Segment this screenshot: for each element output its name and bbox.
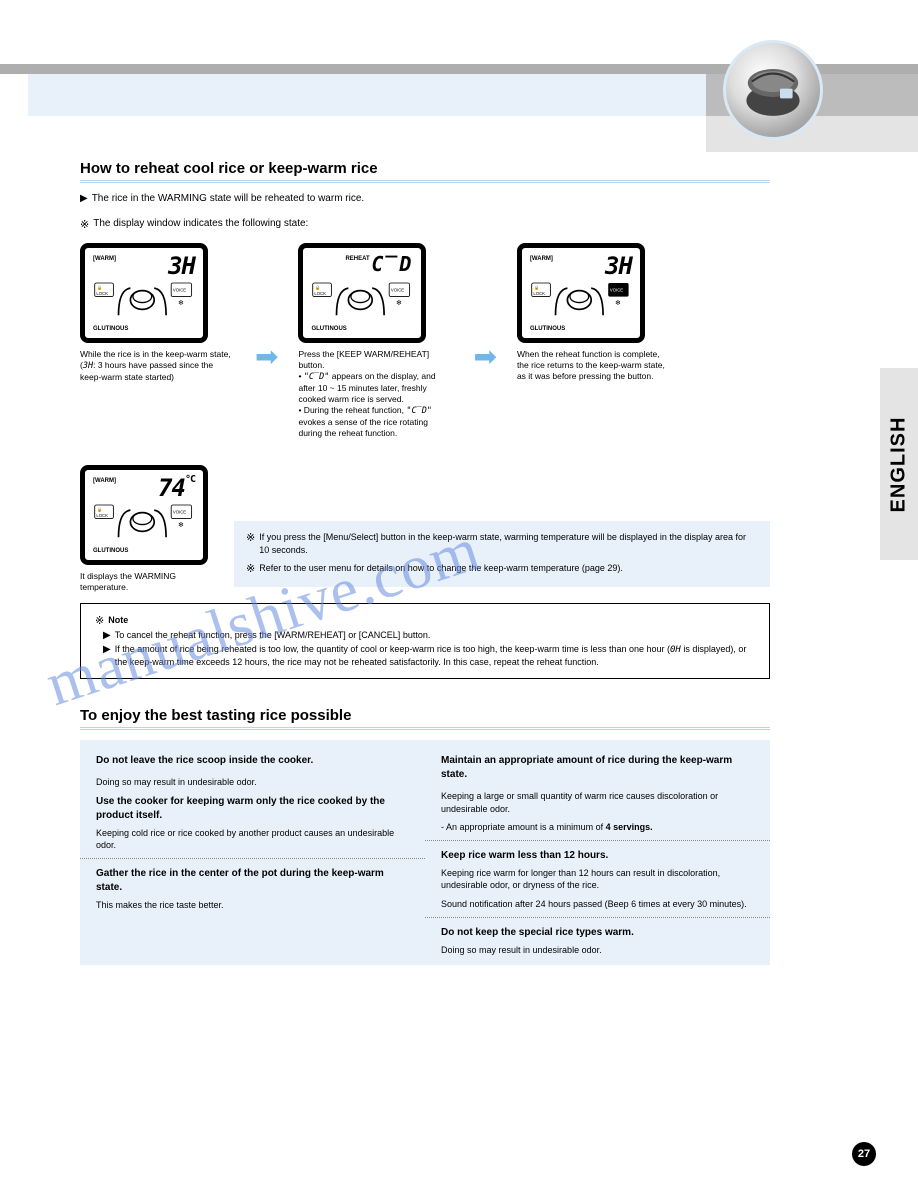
caption-b-bullet1: • "C‾D" appears on the display, and afte… — [298, 371, 453, 405]
language-tab: ENGLISH — [880, 368, 918, 560]
product-photo — [723, 40, 823, 140]
reference-mark-icon: ※ — [246, 531, 255, 546]
lcd-temp-value: 74°C — [158, 474, 195, 502]
lcd-warm-label: [WARM] — [93, 256, 116, 262]
tip-body: Sound notification after 24 hours passed… — [441, 898, 754, 911]
lcd-value: 3H — [168, 252, 195, 280]
tip-body: Doing so may result in undesirable odor. — [96, 776, 409, 789]
caption-c: When the reheat function is complete, th… — [517, 349, 672, 382]
svg-text:VOICE: VOICE — [173, 510, 186, 515]
divider — [80, 727, 770, 730]
caption-a2: (3H: 3 hours have passed since the keep-… — [80, 360, 235, 383]
tip-head: Do not keep the special rice types warm. — [441, 926, 754, 940]
temperature-info-box: ※ If you press the [Menu/Select] button i… — [234, 521, 770, 586]
svg-text:🔒: 🔒 — [97, 507, 102, 512]
svg-text:VOICE: VOICE — [610, 288, 623, 293]
svg-text:VOICE: VOICE — [173, 288, 186, 293]
lcd-panel-warm3h: [WARM] 3H 🔒LOCK VOICE ❄ GLUTINOUS — [80, 243, 235, 383]
dotted-divider — [425, 917, 770, 918]
lcd-reheat-label: REHEAT — [345, 256, 369, 262]
lcd-panel-temp: [WARM] 74°C 🔒LOCK VOICE ❄ GLUTINOUS — [80, 465, 220, 593]
lcd-value: 3H — [605, 252, 632, 280]
caption-b1: Press the [KEEP WARM/REHEAT] button. — [298, 349, 453, 371]
svg-text:LOCK: LOCK — [96, 513, 108, 518]
svg-text:❄: ❄ — [178, 299, 184, 307]
section-title-tips: To enjoy the best tasting rice possible — [80, 707, 770, 724]
tips-col-right: Maintain an appropriate amount of rice d… — [425, 740, 770, 965]
triangle-bullet-icon: ▶ — [103, 643, 111, 657]
note-1: To cancel the reheat function, press the… — [115, 629, 431, 641]
triangle-bullet-icon: ▶ — [80, 193, 88, 204]
reference-mark-icon: ※ — [80, 218, 89, 231]
lcd-glutinous-label: GLUTINOUS — [93, 548, 128, 554]
svg-text:LOCK: LOCK — [96, 291, 108, 296]
lcd-glutinous-label: GLUTINOUS — [311, 326, 346, 332]
svg-text:🔒: 🔒 — [534, 285, 539, 290]
tip-head: Keep rice warm less than 12 hours. — [441, 849, 754, 863]
lcd-warm-label: [WARM] — [530, 256, 553, 262]
tip-body: Keeping rice warm for longer than 12 hou… — [441, 867, 754, 892]
lcd-body-icon: 🔒LOCK VOICE ❄ — [530, 280, 632, 320]
caption-a1: While the rice is in the keep-warm state… — [80, 349, 235, 360]
intro-text: The rice in the WARMING state will be re… — [92, 193, 365, 204]
tempbox-line1: If you press the [Menu/Select] button in… — [259, 531, 758, 555]
tip-head: Maintain an appropriate amount of rice d… — [441, 754, 754, 782]
svg-text:🔒: 🔒 — [97, 285, 102, 290]
caption-b-bullet2: • During the reheat function, "C‾D" evok… — [298, 405, 453, 439]
tip-head: Use the cooker for keeping warm only the… — [96, 795, 409, 823]
svg-text:LOCK: LOCK — [533, 291, 545, 296]
svg-text:❄: ❄ — [615, 299, 621, 307]
arrow-icon: ➡ — [255, 340, 278, 373]
tips-col-left: Do not leave the rice scoop inside the c… — [80, 740, 425, 965]
divider — [80, 180, 770, 183]
reference-mark-icon: ※ — [95, 614, 104, 629]
lcd-panel-reheat: REHEAT C‾D 🔒LOCK VOICE ❄ GLUTINOUS — [298, 243, 453, 439]
dotted-divider — [425, 840, 770, 841]
tip-body: Keeping a large or small quantity of war… — [441, 790, 754, 815]
tip-body: Doing so may result in undesirable odor. — [441, 944, 754, 957]
svg-text:❄: ❄ — [178, 521, 184, 529]
tip-head: Gather the rice in the center of the pot… — [96, 867, 409, 895]
language-tab-label: ENGLISH — [888, 416, 911, 512]
tempbox-line2: Refer to the user menu for details on ho… — [259, 562, 623, 574]
tip-head: Do not leave the rice scoop inside the c… — [96, 754, 409, 768]
svg-text:❄: ❄ — [396, 299, 402, 307]
display-note: The display window indicates the followi… — [93, 218, 308, 229]
lcd-body-icon: 🔒LOCK VOICE ❄ — [311, 280, 413, 320]
lcd-panel-return: [WARM] 3H 🔒LOCK VOICE ❄ GLUTINOUS — [517, 243, 672, 382]
tip-body: Keeping cold rice or rice cooked by anot… — [96, 827, 409, 852]
arrow-icon: ➡ — [473, 340, 496, 373]
lcd-value: C‾D — [371, 252, 413, 276]
page-number: 27 — [852, 1142, 876, 1166]
lcd-glutinous-label: GLUTINOUS — [93, 326, 128, 332]
svg-text:LOCK: LOCK — [315, 291, 327, 296]
note-head: Note — [108, 614, 128, 626]
caption-d: It displays the WARMING temperature. — [80, 571, 220, 593]
lcd-body-icon: 🔒LOCK VOICE ❄ — [93, 280, 195, 320]
svg-text:VOICE: VOICE — [391, 288, 404, 293]
lcd-glutinous-label: GLUTINOUS — [530, 326, 565, 332]
cooker-icon — [738, 60, 808, 120]
reference-mark-icon: ※ — [246, 562, 255, 577]
tip-body: - An appropriate amount is a minimum of … — [441, 821, 754, 834]
lcd-warm-label: [WARM] — [93, 478, 116, 484]
note-2: If the amount of rice being reheated is … — [115, 643, 755, 668]
dotted-divider — [80, 858, 425, 859]
lcd-body-icon: 🔒LOCK VOICE ❄ — [93, 502, 195, 542]
tip-body: This makes the rice taste better. — [96, 899, 409, 912]
svg-text:🔒: 🔒 — [316, 285, 321, 290]
triangle-bullet-icon: ▶ — [103, 629, 111, 643]
tips-grid: Do not leave the rice scoop inside the c… — [80, 740, 770, 965]
note-box: ※ Note ▶ To cancel the reheat function, pr… — [80, 603, 770, 679]
section-title-reheat: How to reheat cool rice or keep-warm ric… — [80, 160, 770, 177]
